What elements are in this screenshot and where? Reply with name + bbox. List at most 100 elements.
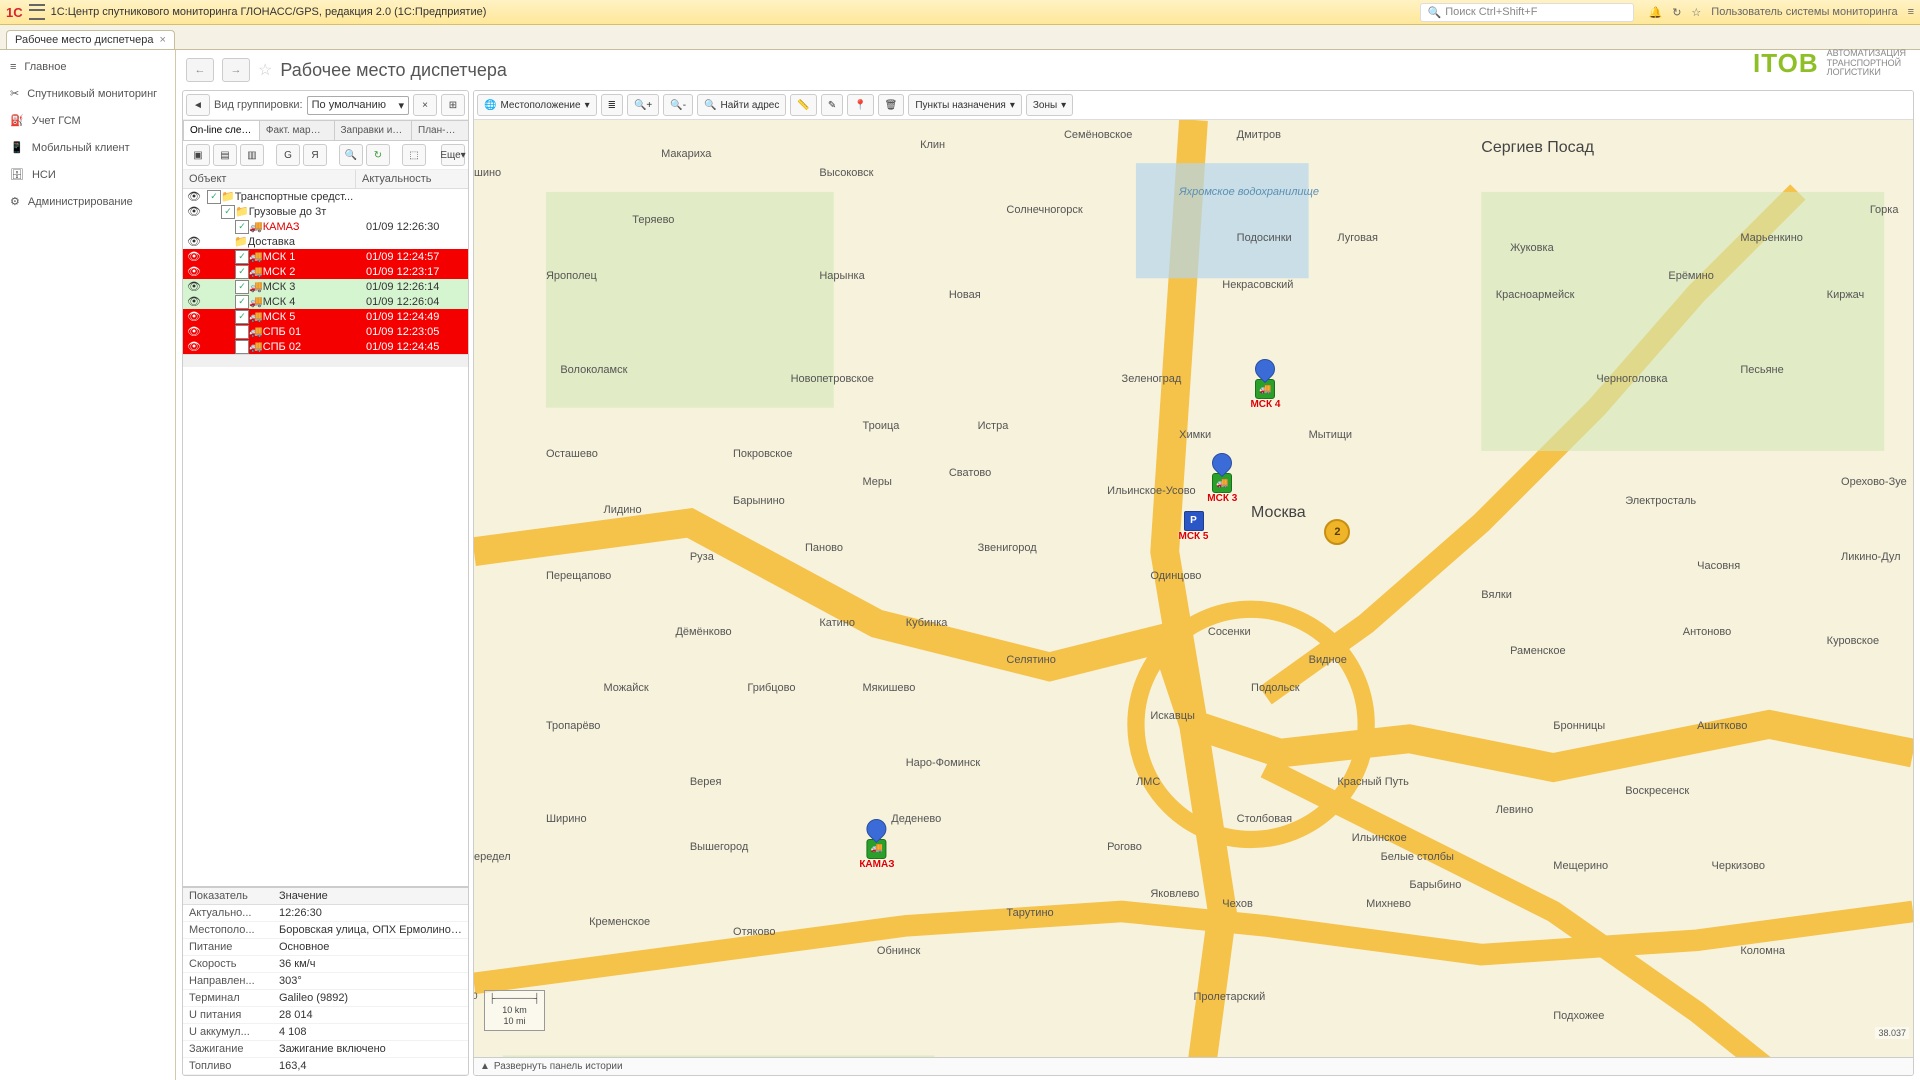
- row-icon: 📁: [235, 205, 249, 218]
- tree-row[interactable]: 👁✓ 🚚 МСК 501/09 12:24:49: [183, 309, 468, 324]
- collapse-button[interactable]: ◄: [186, 94, 210, 116]
- tree-row[interactable]: 👁 🚚 СПБ 0201/09 12:24:45: [183, 339, 468, 354]
- close-icon[interactable]: ×: [159, 34, 165, 46]
- map-marker[interactable]: PМСК 5: [1179, 511, 1209, 542]
- tree-row[interactable]: 👁 📁 Доставка: [183, 234, 468, 249]
- eye-icon[interactable]: 👁: [185, 235, 203, 248]
- tool-btn[interactable]: ⬚: [402, 144, 426, 166]
- sidebar-item-fuel[interactable]: ⛽Учет ГСМ: [0, 107, 175, 134]
- zoom-in-button[interactable]: 🔍+: [627, 94, 659, 116]
- tree-row[interactable]: ✓ 🚚 КАМАЗ01/09 12:26:30: [183, 219, 468, 234]
- checkbox[interactable]: ✓: [221, 205, 235, 219]
- settings-button[interactable]: ⊞: [441, 94, 465, 116]
- sidebar-item-admin[interactable]: ⚙Администрирование: [0, 188, 175, 215]
- tool-btn[interactable]: Я: [303, 144, 327, 166]
- checkbox[interactable]: ✓: [235, 280, 249, 294]
- tree-row[interactable]: 👁 🚚 СПБ 0101/09 12:23:05: [183, 324, 468, 339]
- filter-button[interactable]: ≣: [601, 94, 623, 116]
- poi-button[interactable]: 📍: [847, 94, 873, 116]
- location-button[interactable]: 🌐 Местоположение ▾: [477, 94, 597, 116]
- map-marker[interactable]: 🚚МСК 4: [1250, 359, 1280, 410]
- eye-icon[interactable]: 👁: [185, 190, 203, 203]
- clear-button[interactable]: ×: [413, 94, 437, 116]
- map-marker[interactable]: 🚚МСК 3: [1207, 453, 1237, 504]
- sidebar-item-main[interactable]: ≡Главное: [0, 54, 175, 80]
- draw-button[interactable]: ✎: [821, 94, 843, 116]
- clear-button[interactable]: 🗑: [878, 94, 905, 116]
- map[interactable]: МоскваСергиев ПосадКлинДмитровСемёновско…: [474, 120, 1913, 1057]
- checkbox[interactable]: ✓: [235, 295, 249, 309]
- tree-row[interactable]: 👁✓ 🚚 МСК 401/09 12:26:04: [183, 294, 468, 309]
- zoom-out-button[interactable]: 🔍-: [663, 94, 693, 116]
- zones-button[interactable]: Зоны ▾: [1026, 94, 1073, 116]
- eye-icon[interactable]: 👁: [185, 325, 203, 338]
- tab-dispatcher[interactable]: Рабочее место диспетчера ×: [6, 30, 175, 49]
- prop-val: 28 014: [273, 1007, 468, 1023]
- tab-route[interactable]: Факт. маршру...: [259, 120, 335, 140]
- tree-scrollbar[interactable]: [183, 354, 468, 367]
- map-marker[interactable]: 🚚КАМАЗ: [859, 819, 894, 870]
- sidebar-item-monitoring[interactable]: ✂Спутниковый мониторинг: [0, 80, 175, 107]
- user-label[interactable]: Пользователь системы мониторинга: [1711, 6, 1897, 18]
- search-button[interactable]: 🔍: [339, 144, 363, 166]
- tool-btn[interactable]: ▤: [213, 144, 237, 166]
- tool-btn[interactable]: ▣: [186, 144, 210, 166]
- tree-row[interactable]: 👁✓ 🚚 МСК 101/09 12:24:57: [183, 249, 468, 264]
- more-button[interactable]: Еще ▾: [441, 144, 465, 166]
- group-select[interactable]: По умолчанию ▾: [307, 96, 409, 115]
- properties-panel: Показатель Значение Актуально...12:26:30…: [183, 886, 468, 1075]
- nav-back-button[interactable]: ←: [186, 58, 214, 82]
- checkbox[interactable]: ✓: [207, 190, 221, 204]
- global-search[interactable]: 🔍 Поиск Ctrl+Shift+F: [1420, 3, 1634, 22]
- find-address-button[interactable]: 🔍 Найти адрес: [697, 94, 786, 116]
- checkbox[interactable]: [235, 325, 249, 339]
- tool-btn[interactable]: ▥: [240, 144, 264, 166]
- eye-icon[interactable]: 👁: [185, 205, 203, 218]
- map-panel: 🌐 Местоположение ▾ ≣ 🔍+ 🔍- 🔍 Найти адрес…: [473, 90, 1914, 1076]
- user-menu-icon[interactable]: ≡: [1908, 6, 1914, 18]
- bell-icon[interactable]: 🔔: [1648, 6, 1662, 19]
- prop-row: Направлен...303°: [183, 973, 468, 990]
- sidebar-item-mobile[interactable]: 📱Мобильный клиент: [0, 134, 175, 161]
- destinations-button[interactable]: Пункты назначения ▾: [908, 94, 1022, 116]
- refresh-button[interactable]: ↻: [366, 144, 390, 166]
- tab-label: Рабочее место диспетчера: [15, 34, 153, 46]
- checkbox[interactable]: ✓: [235, 220, 249, 234]
- tree-row[interactable]: 👁✓ 📁 Транспортные средст...: [183, 189, 468, 204]
- cluster-marker[interactable]: 2: [1324, 519, 1350, 545]
- eye-icon[interactable]: 👁: [185, 250, 203, 263]
- fuel-icon: ⛽: [10, 114, 24, 127]
- tool-btn[interactable]: G: [276, 144, 300, 166]
- checkbox[interactable]: ✓: [235, 265, 249, 279]
- satellite-icon: ✂: [10, 87, 19, 100]
- tab-plan[interactable]: План-факт: [411, 120, 469, 140]
- history-icon[interactable]: ↻: [1672, 6, 1681, 19]
- page-title: Рабочее место диспетчера: [280, 60, 507, 81]
- checkbox[interactable]: [235, 340, 249, 354]
- tab-online[interactable]: On-line слеже...: [183, 120, 260, 140]
- checkbox[interactable]: ✓: [235, 250, 249, 264]
- prop-key: U аккумул...: [183, 1024, 273, 1040]
- tree-row[interactable]: 👁✓ 📁 Грузовые до 3т: [183, 204, 468, 219]
- row-time: 01/09 12:26:14: [362, 281, 466, 293]
- tab-fuel[interactable]: Заправки и сл...: [334, 120, 412, 140]
- nav-forward-button[interactable]: →: [222, 58, 250, 82]
- menu-icon[interactable]: [29, 4, 45, 20]
- prop-row: U аккумул...4 108: [183, 1024, 468, 1041]
- tree-row[interactable]: 👁✓ 🚚 МСК 301/09 12:26:14: [183, 279, 468, 294]
- favorite-icon[interactable]: ☆: [258, 60, 272, 80]
- prop-key: Местополо...: [183, 922, 273, 938]
- star-icon[interactable]: ☆: [1691, 6, 1701, 19]
- tab-strip: Рабочее место диспетчера ×: [0, 25, 1920, 50]
- ruler-button[interactable]: 📏: [790, 94, 816, 116]
- eye-icon[interactable]: 👁: [185, 340, 203, 353]
- sidebar-item-nsi[interactable]: 🗄НСИ: [0, 161, 175, 188]
- prop-key: Топливо: [183, 1058, 273, 1074]
- checkbox[interactable]: ✓: [235, 310, 249, 324]
- eye-icon[interactable]: 👁: [185, 280, 203, 293]
- eye-icon[interactable]: 👁: [185, 265, 203, 278]
- eye-icon[interactable]: 👁: [185, 310, 203, 323]
- eye-icon[interactable]: 👁: [185, 295, 203, 308]
- tree-row[interactable]: 👁✓ 🚚 МСК 201/09 12:23:17: [183, 264, 468, 279]
- history-toggle[interactable]: ▲ Развернуть панель истории: [474, 1057, 1913, 1075]
